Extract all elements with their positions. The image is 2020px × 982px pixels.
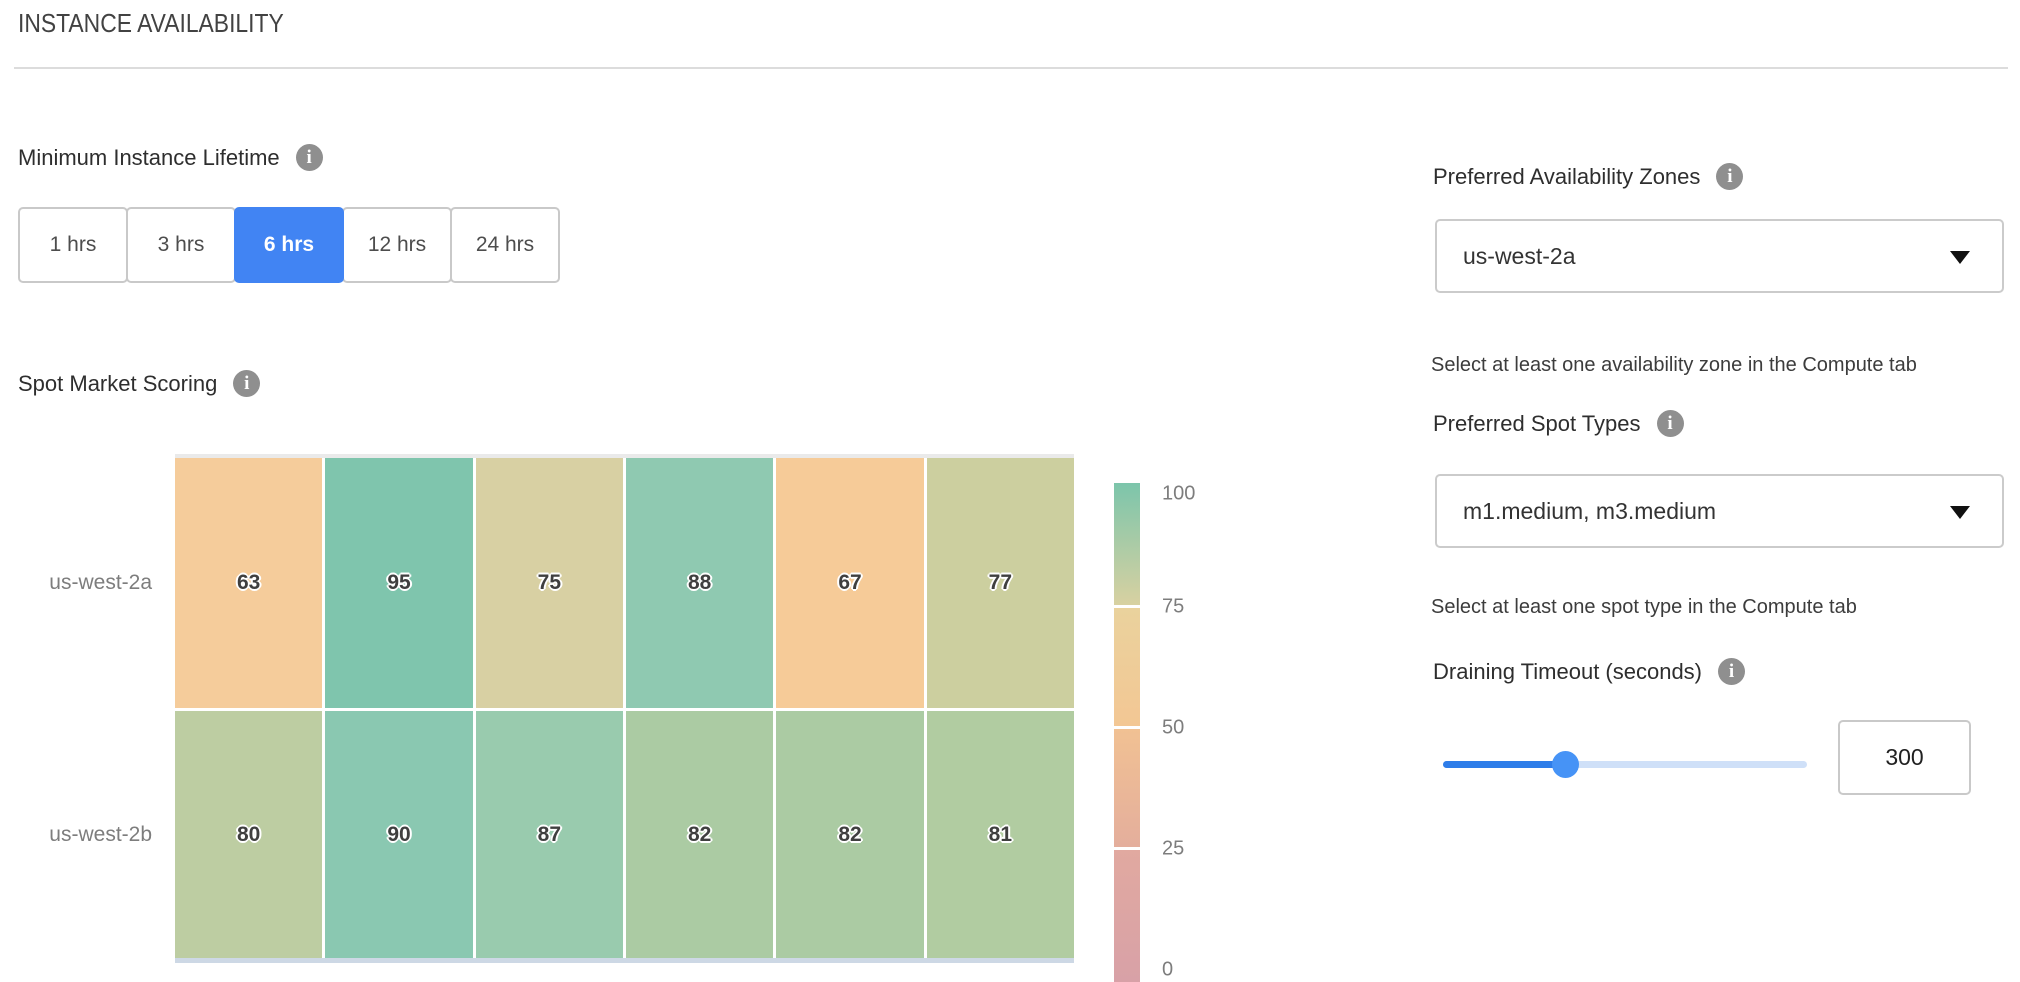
colorbar-tick-label: 50 [1162, 717, 1184, 740]
draining-timeout-slider[interactable] [1443, 738, 1807, 790]
lifetime-option-6-hrs[interactable]: 6 hrs [234, 207, 344, 283]
info-icon[interactable]: i [1716, 163, 1743, 190]
colorbar [1114, 483, 1140, 982]
heatmap-value: 63 [237, 571, 260, 595]
heatmap-row-label-us-west-2b: us-west-2b [20, 823, 152, 847]
availability-zones-dropdown-value: us-west-2a [1463, 243, 1575, 270]
heatmap-cell: 81 [927, 711, 1074, 958]
slider-fill [1443, 761, 1565, 768]
lifetime-option-12-hrs[interactable]: 12 hrs [342, 207, 452, 283]
instance-availability-panel: INSTANCE AVAILABILITY Minimum Instance L… [0, 0, 2020, 982]
colorbar-segment [1114, 608, 1140, 726]
spot-types-helper-text: Select at least one spot type in the Com… [1431, 596, 1857, 619]
heatmap-value: 95 [387, 571, 410, 595]
heatmap-cell: 90 [325, 711, 472, 958]
heatmap-cell: 63 [175, 458, 322, 708]
heatmap-value: 82 [688, 823, 711, 847]
page-title: INSTANCE AVAILABILITY [18, 8, 284, 39]
spot-types-dropdown[interactable]: m1.medium, m3.medium [1435, 474, 2004, 548]
heatmap-value: 77 [989, 571, 1012, 595]
heatmap-value: 67 [838, 571, 861, 595]
heatmap-value: 75 [538, 571, 561, 595]
heatmap-cell: 67 [776, 458, 923, 708]
info-icon[interactable]: i [1657, 410, 1684, 437]
heatmap-row-labels: us-west-2a us-west-2b [20, 458, 152, 958]
heatmap-cell: 82 [626, 711, 773, 958]
heatmap-value: 82 [838, 823, 861, 847]
colorbar-tick-label: 0 [1162, 959, 1173, 982]
header-divider [14, 67, 2008, 69]
colorbar-segment [1114, 483, 1140, 605]
colorbar-tick-labels: 100 75 50 25 0 [1162, 483, 1222, 982]
lifetime-option-1-hrs[interactable]: 1 hrs [18, 207, 128, 283]
spot-types-dropdown-value: m1.medium, m3.medium [1463, 498, 1716, 525]
heatmap-cell: 82 [776, 711, 923, 958]
heatmap-value: 80 [237, 823, 260, 847]
availability-zones-helper-text: Select at least one availability zone in… [1431, 354, 1917, 377]
heatmap-cell: 87 [476, 711, 623, 958]
heatmap-cell: 88 [626, 458, 773, 708]
heatmap-value: 87 [538, 823, 561, 847]
lifetime-option-3-hrs[interactable]: 3 hrs [126, 207, 236, 283]
spot-market-scoring-label: Spot Market Scoring i [18, 370, 260, 397]
heatmap-value: 90 [387, 823, 410, 847]
heatmap-cell: 95 [325, 458, 472, 708]
heatmap-cell: 77 [927, 458, 1074, 708]
colorbar-segment [1114, 729, 1140, 847]
info-icon[interactable]: i [1718, 658, 1745, 685]
preferred-availability-zones-label: Preferred Availability Zones i [1433, 163, 1743, 190]
heatmap-grid: 63 95 75 88 67 77 80 90 87 82 82 81 [175, 458, 1074, 958]
preferred-spot-types-label: Preferred Spot Types i [1433, 410, 1684, 437]
heatmap-cell: 80 [175, 711, 322, 958]
info-icon[interactable]: i [296, 144, 323, 171]
minimum-instance-lifetime-label: Minimum Instance Lifetime i [18, 144, 323, 171]
draining-timeout-label: Draining Timeout (seconds) i [1433, 658, 1745, 685]
lifetime-button-group: 1 hrs3 hrs6 hrs12 hrs24 hrs [18, 207, 560, 283]
draining-timeout-input[interactable] [1838, 720, 1971, 795]
availability-zones-dropdown[interactable]: us-west-2a [1435, 219, 2004, 293]
slider-thumb[interactable] [1552, 751, 1579, 778]
colorbar-tick-label: 75 [1162, 596, 1184, 619]
heatmap-cell: 75 [476, 458, 623, 708]
colorbar-segment [1114, 850, 1140, 982]
chevron-down-icon [1950, 251, 1970, 264]
heatmap-value: 88 [688, 571, 711, 595]
heatmap-row-label-us-west-2a: us-west-2a [20, 571, 152, 595]
lifetime-option-24-hrs[interactable]: 24 hrs [450, 207, 560, 283]
chevron-down-icon [1950, 506, 1970, 519]
info-icon[interactable]: i [233, 370, 260, 397]
colorbar-tick-label: 25 [1162, 838, 1184, 861]
heatmap-value: 81 [989, 823, 1012, 847]
colorbar-tick-label: 100 [1162, 483, 1195, 506]
heatmap-bottom-strip [175, 958, 1074, 963]
